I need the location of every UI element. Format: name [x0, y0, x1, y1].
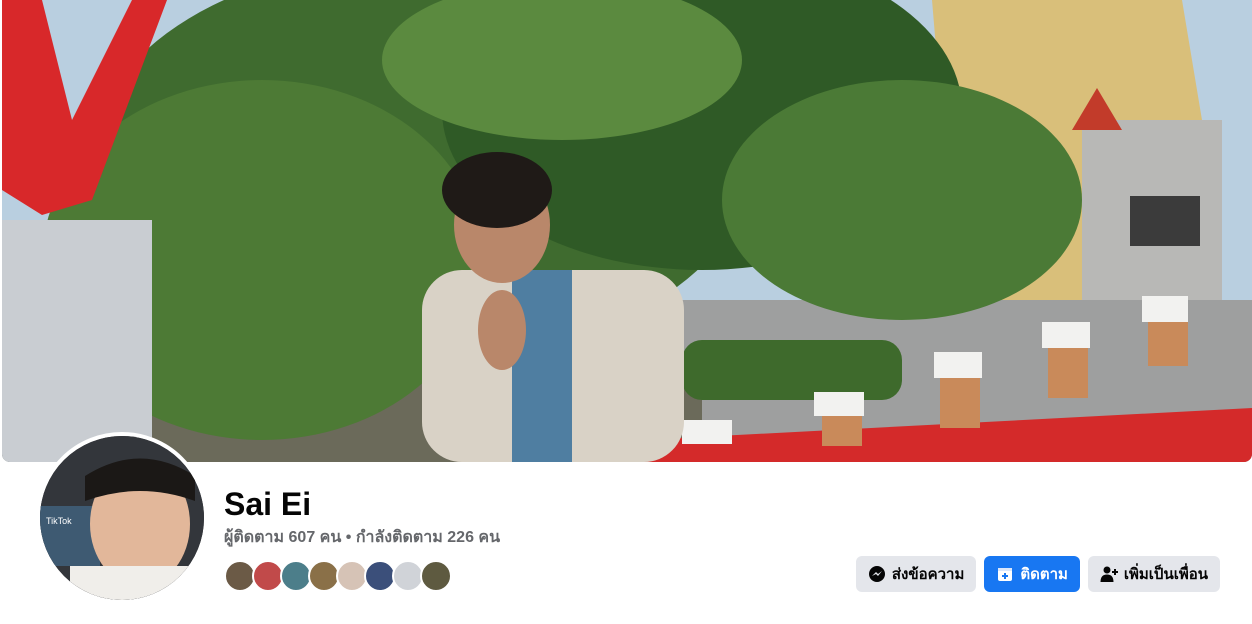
follow-button-label: ติดตาม: [1020, 566, 1068, 583]
follow-stats: ผู้ติดตาม 607 คน • กำลังติดตาม 226 คน: [224, 528, 500, 548]
follow-page-icon: [996, 565, 1014, 583]
mutual-friends-avatars: [224, 560, 452, 592]
messenger-icon: [868, 565, 886, 583]
profile-name: Sai Ei: [224, 486, 312, 522]
profile-avatar[interactable]: TikTok: [36, 432, 208, 604]
svg-text:TikTok: TikTok: [46, 516, 72, 526]
add-friend-icon: [1100, 565, 1118, 583]
add-friend-button[interactable]: เพิ่มเป็นเพื่อน: [1087, 556, 1220, 592]
follow-button[interactable]: ติดตาม: [984, 556, 1080, 592]
add-friend-button-label: เพิ่มเป็นเพื่อน: [1123, 566, 1208, 583]
following-count[interactable]: กำลังติดตาม 226 คน: [356, 529, 500, 546]
friend-avatar[interactable]: [420, 560, 452, 592]
avatar-image: TikTok: [40, 436, 204, 600]
followers-count[interactable]: ผู้ติดตาม 607 คน: [224, 529, 341, 546]
cover-photo-image: [2, 0, 1252, 462]
profile-actions: ส่งข้อความ ติดตาม เพิ่มเป็นเพื่อน: [855, 556, 1220, 592]
message-button-label: ส่งข้อความ: [891, 566, 965, 583]
message-button[interactable]: ส่งข้อความ: [855, 556, 977, 592]
stats-separator: •: [345, 529, 352, 546]
cover-photo[interactable]: [2, 0, 1252, 462]
